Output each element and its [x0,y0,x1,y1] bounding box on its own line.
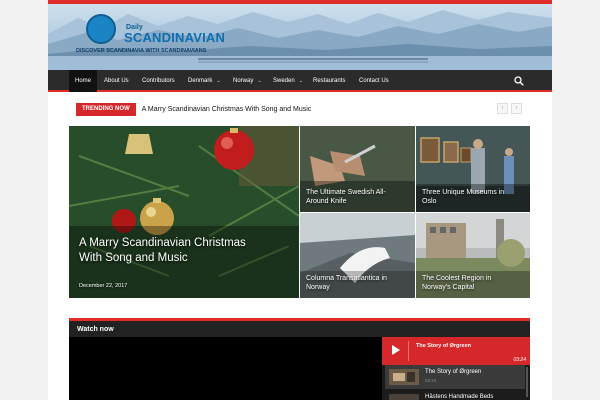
trending-next-button[interactable]: › [511,103,522,114]
main-nav: Home About Us Contributors Denmark ⌄ Norw… [48,70,552,92]
playlist-item[interactable]: Hästens Handmade Beds [385,390,525,400]
nav-label: Denmark [188,78,213,84]
watch-now-label: Watch now [77,326,114,333]
nav-label: Sweden [273,78,295,84]
tile-title: The Ultimate Swedish All-Around Knife [306,189,386,205]
playlist-item-title: The Story of Ørgreen [425,369,482,375]
video-playlist: The Story of Ørgreen 03:24 The Story of … [382,337,530,400]
trending-bar: TRENDING NOW A Marry Scandinavian Christ… [76,103,311,116]
trending-prev-button[interactable]: ‹ [497,103,508,114]
site-header: Daily SCANDINAVIAN DISCOVER SCANDINAVIA … [48,4,552,70]
playlist-thumbnail [389,394,419,400]
featured-tile-museums[interactable]: Three Unique Museums in Oslo [416,126,530,212]
trending-badge: TRENDING NOW [76,103,136,116]
now-playing-header: The Story of Ørgreen 03:24 [382,337,530,365]
search-icon[interactable] [514,76,524,86]
trending-headline-link[interactable]: A Marry Scandinavian Christmas With Song… [142,106,312,113]
logo-tagline: DISCOVER SCANDINAVIA WITH SCANDINAVIANS [76,48,207,54]
playlist-item[interactable]: The Story of Ørgreen 03:24 [385,365,525,389]
main-content: TRENDING NOW A Marry Scandinavian Christ… [48,92,552,400]
nav-item-denmark[interactable]: Denmark ⌄ [182,70,227,92]
nav-label: Contributors [142,78,175,84]
nav-label: Home [75,78,92,84]
site-logo[interactable]: Daily SCANDINAVIAN DISCOVER SCANDINAVIA … [76,10,225,60]
nav-label: Contact Us [359,78,389,84]
nav-item-norway[interactable]: Norway ⌄ [227,70,268,92]
tile-title: Columna Transatlantica in Norway [306,275,387,291]
logo-main-text: SCANDINAVIAN [124,30,226,45]
playlist-scrollbar[interactable] [526,367,528,397]
tile-title: Three Unique Museums in Oslo [422,189,505,205]
chevron-down-icon: ⌄ [298,78,303,84]
christmas-tree-image [69,126,299,298]
nav-label: Norway [233,78,254,84]
chevron-down-icon: ⌄ [257,78,262,84]
featured-tile-knife[interactable]: The Ultimate Swedish All-Around Knife [300,126,415,212]
nav-item-contact-us[interactable]: Contact Us [353,70,395,92]
nav-item-sweden[interactable]: Sweden ⌄ [267,70,309,92]
page: Daily SCANDINAVIAN DISCOVER SCANDINAVIA … [0,0,600,400]
playlist-item-title: Hästens Handmade Beds [425,394,494,400]
nav-item-restaurants[interactable]: Restaurants [307,70,351,92]
featured-big-date: December 22, 2017 [79,283,128,289]
nav-label: Restaurants [313,78,346,84]
chevron-down-icon: ⌄ [216,78,221,84]
nav-item-contributors[interactable]: Contributors [136,70,181,92]
nav-item-about-us[interactable]: About Us [98,70,135,92]
watch-now-header: Watch now [69,318,530,337]
playlist-item-duration: 03:24 [425,378,437,383]
divider [408,341,409,361]
trending-arrows: ‹ › [497,103,522,114]
featured-tile-columna[interactable]: Columna Transatlantica in Norway [300,213,415,298]
video-player[interactable] [69,337,382,400]
now-playing-title: The Story of Ørgreen [416,343,472,349]
playlist-thumbnail [389,369,419,385]
play-icon[interactable] [392,345,400,355]
tile-title: The Coolest Region in Norway's Capital [422,275,492,291]
featured-grid: A Marry Scandinavian Christmas With Song… [69,126,530,298]
now-playing-time: 03:24 [513,357,526,363]
logo-globe-icon [86,14,116,44]
nav-label: About Us [104,78,129,84]
nav-item-home[interactable]: Home [69,70,98,92]
featured-big-tile[interactable]: A Marry Scandinavian Christmas With Song… [69,126,299,298]
featured-tile-region[interactable]: The Coolest Region in Norway's Capital [416,213,530,298]
featured-big-title[interactable]: A Marry Scandinavian Christmas With Song… [79,236,259,266]
